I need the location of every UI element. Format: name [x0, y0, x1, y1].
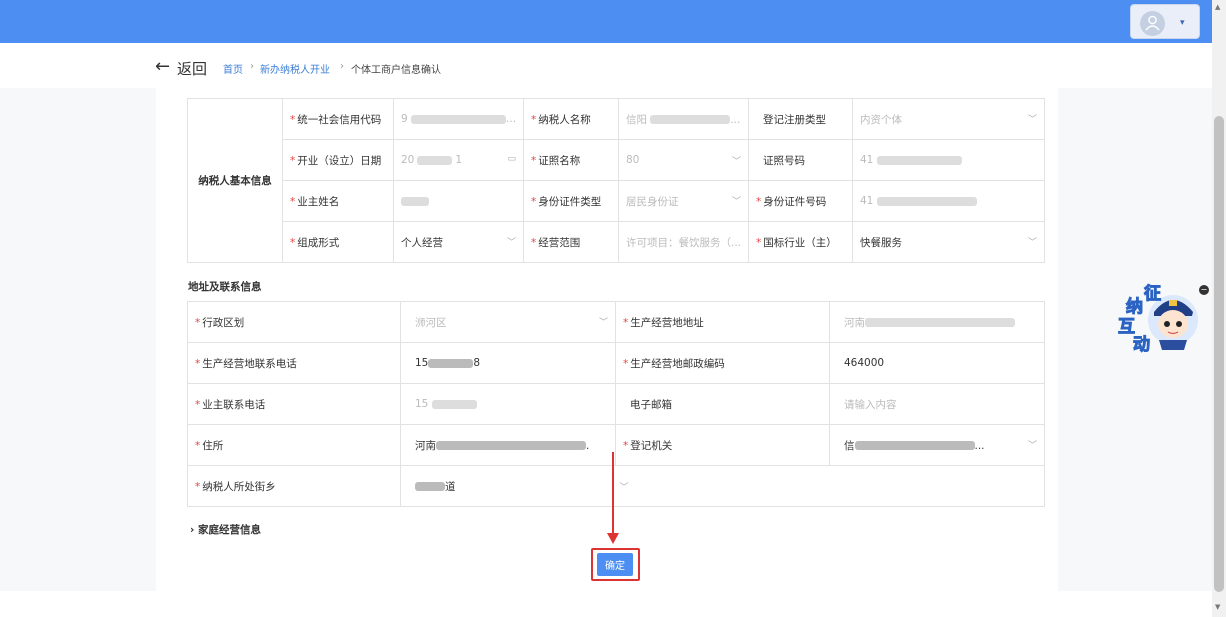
top-bar — [0, 0, 1226, 43]
field-label: * 登记机关 — [615, 424, 830, 466]
field-label: * 生产经营地联系电话 — [187, 342, 401, 384]
address-section-title: 地址及联系信息 — [188, 281, 262, 293]
chevron-down-icon: ﹀ — [1027, 114, 1037, 125]
chevron-right-icon: › — [190, 524, 195, 536]
field-label: * 国标行业（主） — [748, 221, 853, 263]
field-label: * 统一社会信用代码 — [282, 98, 394, 140]
scroll-up-icon[interactable]: ▲ — [1215, 3, 1220, 11]
address-table: * 行政区划 浉河区 ﹀ * 生产经营地地址 河南 * 生产经营地联系电话 15 8 * 生… — [187, 301, 1045, 507]
chevron-down-icon: ﹀ — [598, 317, 608, 328]
breadcrumb-separator: › — [250, 61, 254, 72]
field-label: * 业主联系电话 — [187, 383, 401, 425]
breadcrumb-home[interactable]: 首页 — [223, 61, 243, 76]
field-label: * 行政区划 — [187, 301, 401, 343]
street-select[interactable]: 道 ﹀ — [400, 465, 1045, 507]
family-business-toggle[interactable]: › 家庭经营信息 — [190, 522, 261, 537]
field-label: 登记注册类型 — [748, 98, 853, 140]
field-label: * 生产经营地邮政编码 — [615, 342, 830, 384]
field-label: * 住所 — [187, 424, 401, 466]
chevron-down-icon: ﹀ — [619, 482, 629, 493]
credit-code-field[interactable]: 9 ... — [393, 98, 524, 140]
calendar-icon: ▭ — [507, 154, 516, 164]
bottom-margin — [0, 591, 1212, 617]
caret-down-icon: ▾ — [1180, 18, 1185, 28]
owner-name-field[interactable] — [393, 180, 524, 222]
license-number-field[interactable]: 41 — [852, 139, 1045, 181]
owner-phone-field[interactable]: 15 — [400, 383, 616, 425]
basic-info-table: 纳税人基本信息 * 统一社会信用代码 9 ... * 纳税人名称 信阳 ... 登记… — [187, 98, 1045, 263]
scrollbar-thumb[interactable] — [1214, 116, 1224, 592]
postal-code-field[interactable]: 464000 — [829, 342, 1045, 384]
id-number-field[interactable]: 41 — [852, 180, 1045, 222]
field-label: * 纳税人名称 — [523, 98, 619, 140]
user-menu-button[interactable]: ▾ — [1130, 4, 1200, 39]
breadcrumb-new-taxpayer[interactable]: 新办纳税人开业 — [260, 61, 330, 76]
annotation-arrow — [612, 452, 614, 538]
field-label: * 经营范围 — [523, 221, 619, 263]
confirm-button[interactable]: 确定 — [597, 553, 633, 576]
field-label: * 开业（设立）日期 — [282, 139, 394, 181]
user-icon — [1140, 11, 1165, 36]
composition-form-select[interactable]: 个人经营 ﹀ — [393, 221, 524, 263]
tax-officer-mascot-icon[interactable]: 征 纳 互 动 — [1116, 282, 1200, 356]
taxpayer-name-field[interactable]: 信阳 ... — [618, 98, 749, 140]
breadcrumb-current: 个体工商户信息确认 — [351, 65, 441, 76]
field-label: * 身份证件号码 — [748, 180, 853, 222]
scroll-down-icon[interactable]: ▼ — [1215, 603, 1220, 611]
annotation-arrow-head — [607, 533, 619, 544]
chevron-down-icon: ﹀ — [731, 156, 741, 167]
email-field[interactable]: 请输入内容 — [829, 383, 1045, 425]
chevron-down-icon: ﹀ — [1027, 237, 1037, 248]
field-label: * 业主姓名 — [282, 180, 394, 222]
id-type-select[interactable]: 居民身份证 ﹀ — [618, 180, 749, 222]
chevron-down-icon: ﹀ — [731, 196, 741, 207]
field-label: 电子邮箱 — [615, 383, 830, 425]
business-scope-field[interactable]: 许可项目：餐饮服务（... — [618, 221, 749, 263]
registration-authority-select[interactable]: 信... ﹀ — [829, 424, 1045, 466]
chevron-down-icon: ﹀ — [506, 237, 516, 248]
back-arrow-icon[interactable]: ← — [155, 56, 170, 77]
field-label: * 身份证件类型 — [523, 180, 619, 222]
basic-info-group-label: 纳税人基本信息 — [187, 98, 283, 263]
industry-select[interactable]: 快餐服务 ﹀ — [852, 221, 1045, 263]
field-label: 证照号码 — [748, 139, 853, 181]
open-date-picker[interactable]: 20 1 ▭ — [393, 139, 524, 181]
business-phone-field[interactable]: 15 8 — [400, 342, 616, 384]
field-label: * 生产经营地地址 — [615, 301, 830, 343]
back-button[interactable]: 返回 — [177, 58, 207, 79]
chevron-down-icon: ﹀ — [1027, 440, 1037, 451]
residence-field[interactable]: 河南. — [400, 424, 616, 466]
field-label: * 纳税人所处街乡 — [187, 465, 401, 507]
field-label: * 证照名称 — [523, 139, 619, 181]
field-label: * 组成形式 — [282, 221, 394, 263]
registration-type-select[interactable]: 内资个体 ﹀ — [852, 98, 1045, 140]
left-margin — [0, 88, 156, 591]
business-address-field[interactable]: 河南 — [829, 301, 1045, 343]
sub-header: ← 返回 首页 › 新办纳税人开业 › 个体工商户信息确认 — [0, 43, 1212, 88]
license-name-select[interactable]: 80 ﹀ — [618, 139, 749, 181]
breadcrumb-separator: › — [340, 61, 344, 72]
mascot-close-icon[interactable]: − — [1199, 285, 1209, 295]
admin-division-select[interactable]: 浉河区 ﹀ — [400, 301, 616, 343]
